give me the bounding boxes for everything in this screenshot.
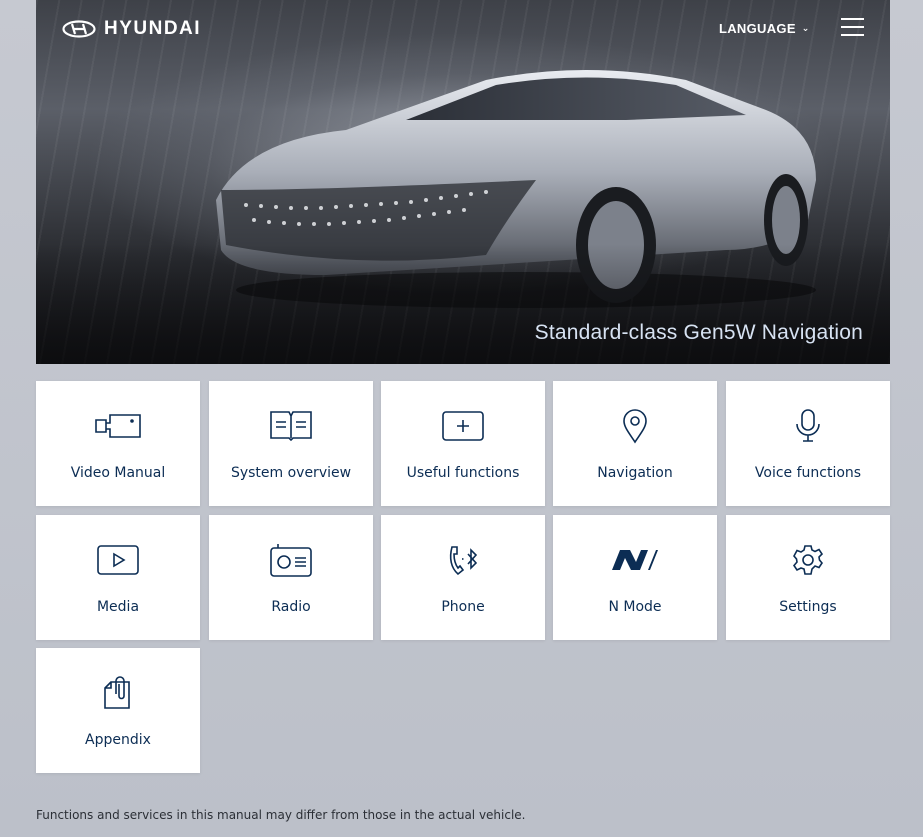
- tile-phone[interactable]: Phone: [381, 515, 545, 640]
- tile-label: Video Manual: [70, 465, 166, 481]
- tile-label: Settings: [779, 599, 837, 615]
- hyundai-emblem-icon: [62, 20, 96, 38]
- tile-label: Appendix: [85, 732, 151, 748]
- tile-appendix[interactable]: Appendix: [36, 648, 200, 773]
- tile-radio[interactable]: Radio: [209, 515, 373, 640]
- tile-voice-functions[interactable]: Voice functions: [726, 381, 890, 506]
- plus-box-icon: [442, 408, 484, 444]
- play-icon: [97, 542, 139, 578]
- disclaimer-text: Functions and services in this manual ma…: [36, 808, 526, 822]
- tile-settings[interactable]: Settings: [726, 515, 890, 640]
- tile-n-mode[interactable]: N Mode: [553, 515, 717, 640]
- menu-icon-line: [841, 34, 864, 36]
- tile-label: Voice functions: [754, 465, 862, 481]
- bluetooth-phone-icon: [446, 542, 480, 578]
- n-logo-icon: [610, 542, 660, 578]
- tile-navigation[interactable]: Navigation: [553, 381, 717, 506]
- chevron-down-icon: ⌄: [801, 23, 810, 33]
- tile-media[interactable]: Media: [36, 515, 200, 640]
- tile-video-manual[interactable]: Video Manual: [36, 381, 200, 506]
- tile-system-overview[interactable]: System overview: [209, 381, 373, 506]
- tile-label: Phone: [441, 599, 485, 615]
- tile-label: System overview: [230, 465, 352, 481]
- hero-title: Standard-class Gen5W Navigation: [534, 321, 863, 344]
- book-icon: [270, 408, 312, 444]
- tile-label: N Mode: [608, 599, 662, 615]
- gear-icon: [792, 542, 824, 578]
- tile-useful-functions[interactable]: Useful functions: [381, 381, 545, 506]
- menu-icon-line: [841, 26, 864, 28]
- video-camera-icon: [94, 408, 142, 444]
- menu-button[interactable]: [841, 18, 864, 38]
- tile-label: Media: [96, 599, 140, 615]
- language-selector[interactable]: LANGUAGE ⌄: [719, 21, 810, 36]
- hero-banner: HYUNDAI LANGUAGE ⌄ Standard-class Gen5W …: [36, 0, 890, 364]
- logo-text: HYUNDAI: [104, 18, 202, 39]
- language-label: LANGUAGE: [719, 21, 796, 36]
- radio-icon: [270, 542, 312, 578]
- hyundai-logo[interactable]: HYUNDAI: [62, 18, 201, 40]
- tile-label: Useful functions: [406, 465, 520, 481]
- hero-road-shadow: [36, 244, 890, 364]
- microphone-icon: [794, 408, 822, 444]
- tile-label: Navigation: [597, 465, 673, 481]
- menu-icon-line: [841, 18, 864, 20]
- map-pin-icon: [621, 408, 649, 444]
- clip-document-icon: [103, 675, 133, 711]
- tile-label: Radio: [271, 599, 311, 615]
